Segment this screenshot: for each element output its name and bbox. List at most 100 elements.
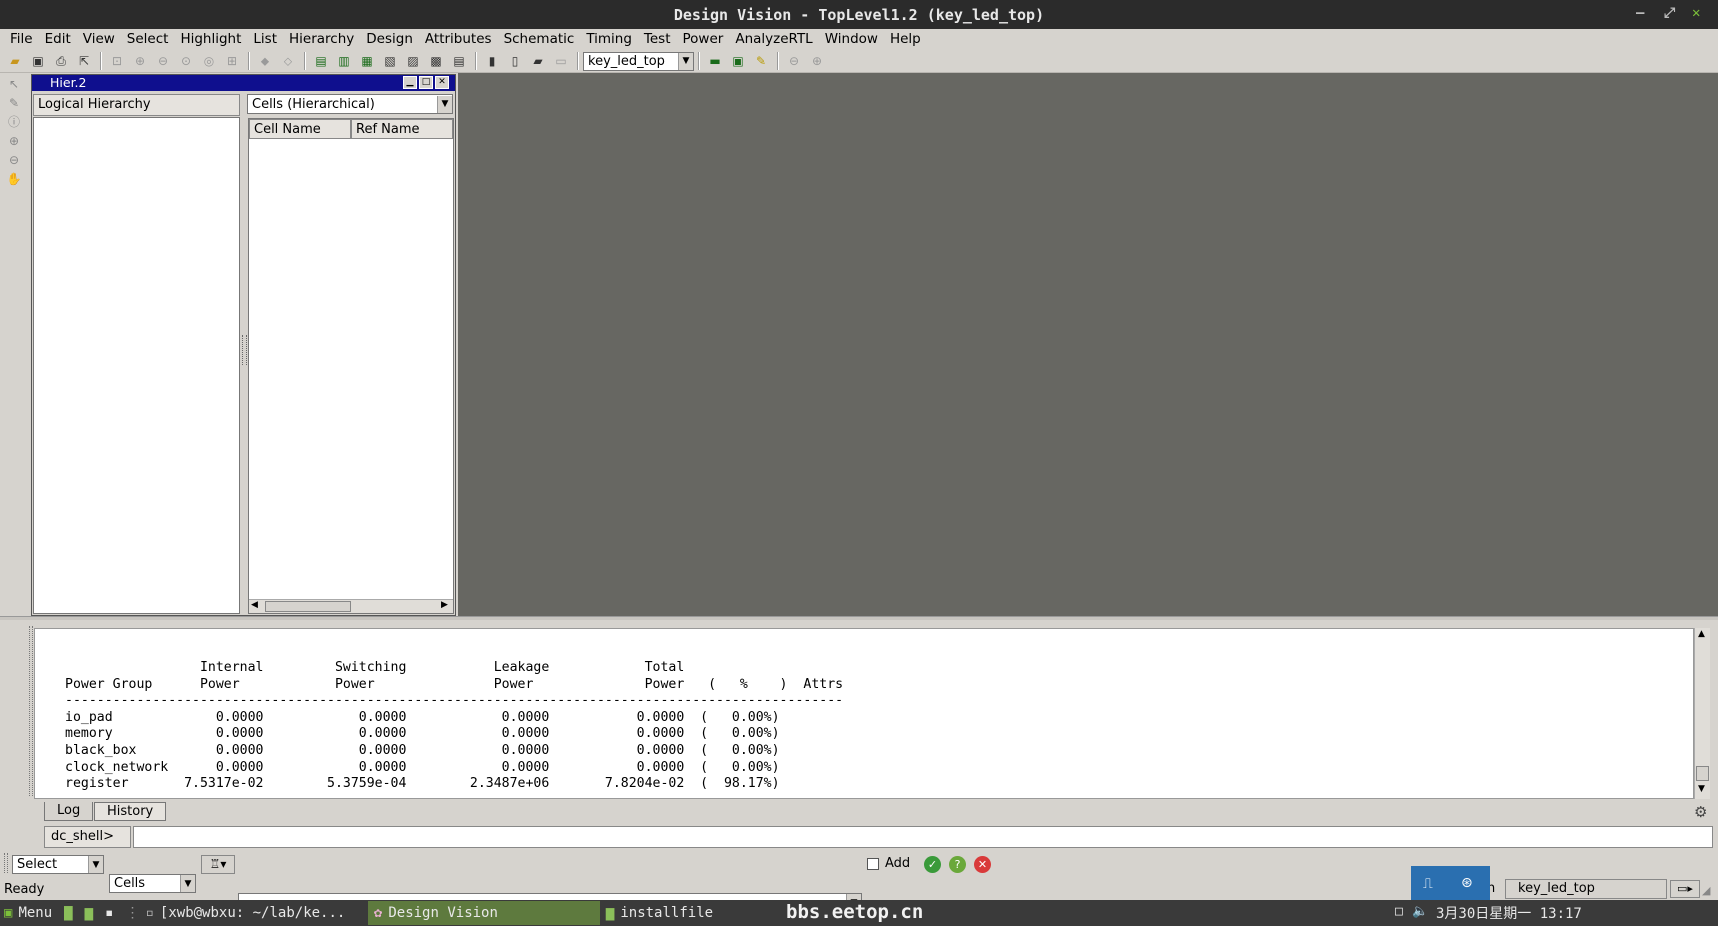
menu-list[interactable]: List xyxy=(247,29,283,50)
task-design-vision[interactable]: ✿ Design Vision xyxy=(367,901,600,925)
minimize-icon[interactable]: – xyxy=(1636,5,1644,21)
usb-icon[interactable]: ⎍ xyxy=(1423,876,1433,892)
design-select[interactable]: key_led_top ▼ xyxy=(583,51,694,71)
symbol-icon[interactable]: ▧ xyxy=(379,51,401,71)
hierarchy-tree[interactable] xyxy=(33,117,240,614)
tab-log[interactable]: Log xyxy=(44,802,94,821)
pan-hand-icon[interactable]: ✋ xyxy=(0,169,28,188)
maximize-icon[interactable]: □ xyxy=(419,76,433,89)
gear-icon[interactable]: ⚙ xyxy=(1694,803,1707,821)
chevron-down-icon[interactable]: ▼ xyxy=(678,52,693,70)
log-toggle-icon[interactable]: ▭▸ xyxy=(1670,880,1700,898)
horizontal-scrollbar[interactable]: ◀ ▶ xyxy=(249,599,453,613)
zoom-fit-icon[interactable]: ⊡ xyxy=(106,51,128,71)
menu-help[interactable]: Help xyxy=(884,29,927,50)
menu-view[interactable]: View xyxy=(77,29,121,50)
column-cell-name[interactable]: Cell Name xyxy=(249,119,351,139)
menu-analyzertl[interactable]: AnalyzeRTL xyxy=(729,29,818,50)
zoom-area-icon[interactable]: ⊙ xyxy=(175,51,197,71)
menu-file[interactable]: File xyxy=(4,29,39,50)
zoom-in-icon[interactable]: ⊕ xyxy=(129,51,151,71)
logical-hierarchy-header: Logical Hierarchy xyxy=(33,94,240,116)
start-menu-button[interactable]: ▣ Menu xyxy=(0,901,58,925)
chevron-down-icon[interactable]: ▼ xyxy=(88,856,103,873)
path-profile-icon[interactable]: ▰ xyxy=(527,51,549,71)
histogram-icon[interactable]: ▮ xyxy=(481,51,503,71)
close-icon[interactable]: ✕ xyxy=(435,76,449,89)
console-grip[interactable] xyxy=(29,626,33,796)
create-schematic-icon[interactable]: ▬ xyxy=(704,51,726,71)
log-vertical-scrollbar[interactable]: ▲ ▼ xyxy=(1694,628,1710,799)
scrollbar-thumb[interactable] xyxy=(265,601,351,612)
terminal-icon[interactable]: ▪ xyxy=(99,901,119,925)
schematic-path-icon[interactable]: ▥ xyxy=(333,51,355,71)
navigate-forward-icon[interactable]: ⊕ xyxy=(806,51,828,71)
network-icon[interactable]: ⊛ xyxy=(1461,875,1473,891)
resize-grip-icon[interactable]: ◢ xyxy=(1702,884,1710,897)
close-icon[interactable]: ✕ xyxy=(1692,5,1700,21)
task-installfile-label: installfile xyxy=(620,905,714,921)
menu-timing[interactable]: Timing xyxy=(580,29,638,50)
schematic-cells-icon[interactable]: ▦ xyxy=(356,51,378,71)
zoom-prev-icon[interactable]: ◎ xyxy=(198,51,220,71)
scroll-down-icon[interactable]: ▼ xyxy=(1698,784,1705,794)
pencil-icon[interactable]: ✎ xyxy=(0,93,28,112)
module-view-icon[interactable]: ▤ xyxy=(448,51,470,71)
timing-report-icon[interactable]: ▯ xyxy=(504,51,526,71)
file-manager-icon[interactable]: ▆ xyxy=(79,901,99,925)
zoom-in-tool-icon[interactable]: ⊕ xyxy=(0,131,28,150)
pop-up-icon[interactable]: ⬦ xyxy=(277,51,299,71)
console-splitter[interactable] xyxy=(0,616,1718,620)
cells-view-select[interactable]: Cells (Hierarchical) ▼ xyxy=(247,94,453,114)
column-ref-name[interactable]: Ref Name xyxy=(351,119,453,139)
menu-highlight[interactable]: Highlight xyxy=(174,29,247,50)
menu-select[interactable]: Select xyxy=(121,29,175,50)
menu-design[interactable]: Design xyxy=(360,29,419,50)
save-icon[interactable]: ▣ xyxy=(27,51,49,71)
chevron-down-icon[interactable]: ▼ xyxy=(437,95,452,113)
show-desktop-icon[interactable]: ▇ xyxy=(58,901,78,925)
menu-hierarchy[interactable]: Hierarchy xyxy=(283,29,360,50)
zoom-out-tool-icon[interactable]: ⊖ xyxy=(0,150,28,169)
help-icon[interactable]: ? xyxy=(949,856,966,873)
menu-schematic[interactable]: Schematic xyxy=(498,29,581,50)
volume-icon[interactable]: 🔈 xyxy=(1412,904,1428,919)
search-options-icon[interactable]: ♖▾ xyxy=(201,855,235,874)
hierarchy-window-titlebar[interactable]: Hier.2 ▁ □ ✕ xyxy=(32,75,455,91)
scroll-right-icon[interactable]: ▶ xyxy=(441,600,448,610)
disabled-report-icon[interactable]: ▭ xyxy=(550,51,572,71)
print-icon[interactable]: ⎙ xyxy=(50,51,72,71)
selection-bar-grip[interactable] xyxy=(4,853,8,873)
open-folder-icon[interactable]: ▰ xyxy=(4,51,26,71)
add-checkbox[interactable] xyxy=(867,858,879,870)
pointer-icon[interactable]: ↖ xyxy=(0,74,28,93)
hierarchy-view-icon[interactable]: ▨ xyxy=(402,51,424,71)
clear-icon[interactable]: ✕ xyxy=(974,856,991,873)
push-down-icon[interactable]: ⬥ xyxy=(254,51,276,71)
menu-attributes[interactable]: Attributes xyxy=(419,29,498,50)
minimize-icon[interactable]: ▁ xyxy=(403,76,417,89)
command-input[interactable] xyxy=(133,826,1713,848)
schematic-icon[interactable]: ▤ xyxy=(310,51,332,71)
export-icon[interactable]: ⇱ xyxy=(73,51,95,71)
info-icon[interactable]: ⓘ xyxy=(0,112,28,131)
apply-check-icon[interactable]: ✓ xyxy=(924,856,941,873)
select-mode-select[interactable]: Select ▼ xyxy=(12,855,104,874)
create-symbol-icon[interactable]: ▣ xyxy=(727,51,749,71)
create-path-icon[interactable]: ✎ xyxy=(750,51,772,71)
menu-edit[interactable]: Edit xyxy=(39,29,77,50)
zoom-out-icon[interactable]: ⊖ xyxy=(152,51,174,71)
scrollbar-thumb[interactable] xyxy=(1696,766,1709,781)
menu-test[interactable]: Test xyxy=(638,29,677,50)
scroll-left-icon[interactable]: ◀ xyxy=(251,600,258,610)
tab-history[interactable]: History xyxy=(94,802,167,821)
menu-window[interactable]: Window xyxy=(819,29,884,50)
menu-power[interactable]: Power xyxy=(677,29,730,50)
scroll-up-icon[interactable]: ▲ xyxy=(1698,629,1705,639)
restore-icon[interactable]: ⤢ xyxy=(1664,5,1675,21)
zoom-full-icon[interactable]: ⊞ xyxy=(221,51,243,71)
navigate-back-icon[interactable]: ⊖ xyxy=(783,51,805,71)
task-terminal[interactable]: [xwb@wbxu: ~/lab/ke... xyxy=(154,901,368,925)
tray-square-icon[interactable]: □ xyxy=(1395,904,1403,919)
design-view-icon[interactable]: ▩ xyxy=(425,51,447,71)
